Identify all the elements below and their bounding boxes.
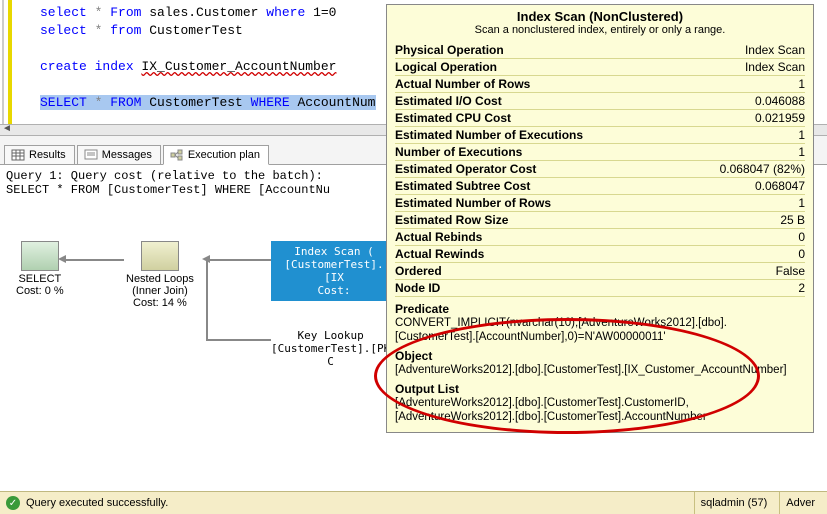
tooltip-property-row: Ordered False <box>395 263 805 280</box>
section-body: [AdventureWorks2012].[dbo].[CustomerTest… <box>395 363 805 377</box>
tooltip-property-row: Actual Rebinds 0 <box>395 229 805 246</box>
tab-messages[interactable]: Messages <box>77 145 161 164</box>
plan-arrow <box>62 259 124 261</box>
plan-node-index-scan[interactable]: Index Scan ( [CustomerTest].[IX Cost: <box>271 241 397 301</box>
tab-label: Results <box>29 149 66 161</box>
status-db: Adver <box>779 492 821 514</box>
property-value: 1 <box>798 128 805 142</box>
property-value: 0.021959 <box>755 111 805 125</box>
property-label: Actual Number of Rows <box>395 77 530 91</box>
property-value: 0.068047 <box>755 179 805 193</box>
tooltip-title: Index Scan (NonClustered) <box>395 9 805 24</box>
property-label: Logical Operation <box>395 60 497 74</box>
tooltip-output-section: Output List [AdventureWorks2012].[dbo].[… <box>395 377 805 424</box>
tooltip-object-section: Object [AdventureWorks2012].[dbo].[Custo… <box>395 344 805 377</box>
tooltip-property-row: Estimated Operator Cost 0.068047 (82%) <box>395 161 805 178</box>
tab-execution-plan[interactable]: Execution plan <box>163 145 269 165</box>
node-sublabel: [CustomerTest].[PK <box>271 342 390 355</box>
property-value: Index Scan <box>745 60 805 74</box>
tooltip-property-row: Actual Number of Rows 1 <box>395 76 805 93</box>
property-label: Actual Rewinds <box>395 247 484 261</box>
property-value: 0.068047 (82%) <box>720 162 805 176</box>
select-node-icon <box>21 241 59 271</box>
tooltip-property-row: Estimated Number of Executions 1 <box>395 127 805 144</box>
property-label: Node ID <box>395 281 440 295</box>
section-title: Output List <box>395 382 805 396</box>
tooltip-property-row: Estimated Row Size 25 B <box>395 212 805 229</box>
tooltip-property-row: Estimated CPU Cost 0.021959 <box>395 110 805 127</box>
tooltip-property-row: Logical Operation Index Scan <box>395 59 805 76</box>
property-value: 0 <box>798 230 805 244</box>
property-label: Estimated Row Size <box>395 213 508 227</box>
section-title: Predicate <box>395 302 805 316</box>
tooltip-subtitle: Scan a nonclustered index, entirely or o… <box>395 24 805 36</box>
tab-label: Execution plan <box>188 149 260 161</box>
property-value: 1 <box>798 196 805 210</box>
property-label: Estimated Number of Executions <box>395 128 583 142</box>
status-text: Query executed successfully. <box>26 497 688 509</box>
arrow-head-icon <box>58 255 66 263</box>
node-label: SELECT <box>16 273 64 285</box>
node-label: Key Lookup <box>271 329 390 342</box>
section-title: Object <box>395 349 805 363</box>
property-value: 1 <box>798 77 805 91</box>
node-cost: Cost: 0 % <box>16 285 64 297</box>
section-body: [AdventureWorks2012].[dbo].[CustomerTest… <box>395 396 805 424</box>
property-value: Index Scan <box>745 43 805 57</box>
keyword: select <box>40 5 87 20</box>
node-sublabel: (Inner Join) <box>126 285 194 297</box>
property-label: Estimated CPU Cost <box>395 111 511 125</box>
property-value: 25 B <box>780 213 805 227</box>
property-label: Number of Executions <box>395 145 522 159</box>
tab-results[interactable]: Results <box>4 145 75 164</box>
node-cost: C <box>271 355 390 368</box>
property-label: Ordered <box>395 264 442 278</box>
operator-tooltip: Index Scan (NonClustered) Scan a nonclus… <box>386 4 814 433</box>
property-value: 0.046088 <box>755 94 805 108</box>
property-value: False <box>776 264 805 278</box>
tab-label: Messages <box>102 149 152 161</box>
tooltip-property-row: Node ID 2 <box>395 280 805 297</box>
node-cost: Cost: <box>279 284 389 297</box>
scroll-left-icon[interactable]: ◄ <box>2 123 18 137</box>
plan-arrow-vertical <box>206 259 208 341</box>
node-sublabel: [CustomerTest].[IX <box>279 258 389 284</box>
property-value: 1 <box>798 145 805 159</box>
tooltip-property-row: Estimated Number of Rows 1 <box>395 195 805 212</box>
execution-plan-icon <box>170 149 184 161</box>
status-bar: ✓ Query executed successfully. sqladmin … <box>0 491 827 514</box>
property-label: Estimated I/O Cost <box>395 94 502 108</box>
property-label: Physical Operation <box>395 43 504 57</box>
tooltip-predicate-section: Predicate CONVERT_IMPLICIT(nvarchar(10),… <box>395 297 805 344</box>
tooltip-property-row: Estimated I/O Cost 0.046088 <box>395 93 805 110</box>
results-icon <box>11 149 25 161</box>
plan-arrow <box>206 259 271 261</box>
tooltip-property-row: Number of Executions 1 <box>395 144 805 161</box>
plan-arrow <box>206 339 271 341</box>
node-label: Index Scan ( <box>279 245 389 258</box>
property-label: Estimated Operator Cost <box>395 162 536 176</box>
section-body: CONVERT_IMPLICIT(nvarchar(10),[Adventure… <box>395 316 805 344</box>
change-marker <box>8 0 12 124</box>
property-value: 2 <box>798 281 805 295</box>
tooltip-property-row: Actual Rewinds 0 <box>395 246 805 263</box>
tooltip-property-row: Physical Operation Index Scan <box>395 42 805 59</box>
plan-node-key-lookup[interactable]: Key Lookup [CustomerTest].[PK C <box>271 329 390 368</box>
property-label: Estimated Number of Rows <box>395 196 551 210</box>
status-user: sqladmin (57) <box>694 492 774 514</box>
messages-icon <box>84 149 98 161</box>
plan-node-nested-loops[interactable]: Nested Loops (Inner Join) Cost: 14 % <box>126 241 194 309</box>
nested-loops-icon <box>141 241 179 271</box>
tooltip-properties: Physical OperationIndex ScanLogical Oper… <box>395 42 805 297</box>
success-icon: ✓ <box>6 496 20 510</box>
plan-node-select[interactable]: SELECT Cost: 0 % <box>16 241 64 297</box>
tooltip-property-row: Estimated Subtree Cost 0.068047 <box>395 178 805 195</box>
node-label: Nested Loops <box>126 273 194 285</box>
property-value: 0 <box>798 247 805 261</box>
property-label: Actual Rebinds <box>395 230 482 244</box>
property-label: Estimated Subtree Cost <box>395 179 530 193</box>
node-cost: Cost: 14 % <box>126 297 194 309</box>
